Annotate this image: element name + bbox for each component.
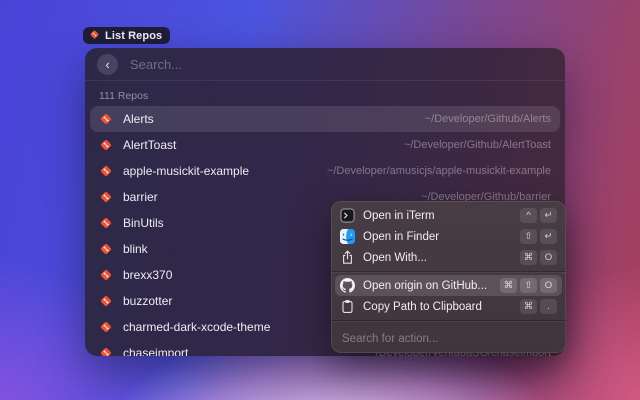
keyboard-shortcut: ⇧↵	[520, 229, 557, 244]
git-repo-icon	[99, 346, 113, 356]
menu-item-label: Open in Finder	[363, 231, 439, 243]
repo-name: barrier	[123, 190, 158, 204]
keycap: ⇧	[520, 229, 537, 244]
menu-item-label: Open With...	[363, 252, 427, 264]
chevron-left-icon: ‹	[105, 58, 109, 71]
repo-name: Alerts	[123, 112, 154, 126]
repo-name: charmed-dark-xcode-theme	[123, 320, 270, 334]
git-repo-icon	[99, 138, 113, 152]
repo-row[interactable]: apple-musickit-example ~/Developer/amusi…	[90, 158, 560, 184]
search-bar: ‹	[85, 48, 565, 81]
keycap: ^	[520, 208, 537, 223]
menu-item[interactable]: Copy Path to Clipboard ⌘.	[335, 296, 562, 317]
keycap: ⌘	[500, 278, 517, 293]
repo-path: ~/Developer/Github/Alerts	[425, 113, 551, 125]
git-repo-icon	[99, 164, 113, 178]
desktop-background: { "badge": { "label": "List Repos", "ico…	[0, 0, 640, 400]
repo-name: brexx370	[123, 268, 172, 282]
breadcrumb-chip-list-repos[interactable]: List Repos	[83, 27, 170, 44]
git-repo-icon	[99, 320, 113, 334]
menu-item[interactable]: Open With... ⌘O	[335, 247, 562, 268]
repo-row[interactable]: AlertToast ~/Developer/Github/AlertToast	[90, 132, 560, 158]
repo-row[interactable]: Alerts ~/Developer/Github/Alerts	[90, 106, 560, 132]
menu-separator	[331, 320, 566, 321]
github-icon	[340, 278, 355, 293]
menu-item[interactable]: Open in Finder ⇧↵	[335, 226, 562, 247]
git-repo-icon	[99, 216, 113, 230]
repo-name: chaseimport	[123, 346, 188, 356]
back-button[interactable]: ‹	[97, 54, 118, 75]
menu-separator	[331, 271, 566, 272]
keyboard-shortcut: ⌘.	[520, 299, 557, 314]
action-search-input[interactable]	[340, 332, 561, 346]
repo-name: apple-musickit-example	[123, 164, 249, 178]
keyboard-shortcut: ^↵	[520, 208, 557, 223]
keyboard-shortcut: ⌘O	[520, 250, 557, 265]
keycap: ↵	[540, 208, 557, 223]
keyboard-shortcut: ⌘⇧O	[500, 278, 557, 293]
git-repo-icon	[99, 242, 113, 256]
keycap: .	[540, 299, 557, 314]
action-menu: Open in iTerm ^↵ Open in Finder ⇧↵ Open …	[331, 201, 566, 353]
repo-name: blink	[123, 242, 148, 256]
keycap: O	[540, 278, 557, 293]
menu-item-label: Open in iTerm	[363, 210, 435, 222]
repo-path: ~/Developer/amusicjs/apple-musickit-exam…	[327, 165, 551, 177]
badge-label: List Repos	[105, 30, 162, 42]
keycap: O	[540, 250, 557, 265]
git-repo-icon	[99, 268, 113, 282]
keycap: ⌘	[520, 250, 537, 265]
clipboard-icon	[340, 299, 355, 314]
search-input[interactable]	[128, 56, 553, 73]
menu-item-label: Open origin on GitHub...	[363, 280, 487, 292]
git-repo-icon	[89, 27, 100, 45]
repo-name: buzzotter	[123, 294, 172, 308]
keycap: ⇧	[520, 278, 537, 293]
finder-icon	[340, 229, 355, 244]
action-menu-groups: Open in iTerm ^↵ Open in Finder ⇧↵ Open …	[335, 205, 562, 317]
git-repo-icon	[99, 190, 113, 204]
share-icon	[340, 250, 355, 265]
repo-name: AlertToast	[123, 138, 176, 152]
menu-item-label: Copy Path to Clipboard	[363, 301, 482, 313]
repo-name: BinUtils	[123, 216, 164, 230]
menu-item[interactable]: Open origin on GitHub... ⌘⇧O	[335, 275, 562, 296]
menu-item[interactable]: Open in iTerm ^↵	[335, 205, 562, 226]
iterm-icon	[340, 208, 355, 223]
section-header: 111 Repos	[99, 90, 551, 102]
git-repo-icon	[99, 294, 113, 308]
repo-path: ~/Developer/Github/AlertToast	[404, 139, 551, 151]
git-repo-icon	[99, 112, 113, 126]
keycap: ⌘	[520, 299, 537, 314]
keycap: ↵	[540, 229, 557, 244]
action-search-row	[335, 324, 562, 351]
